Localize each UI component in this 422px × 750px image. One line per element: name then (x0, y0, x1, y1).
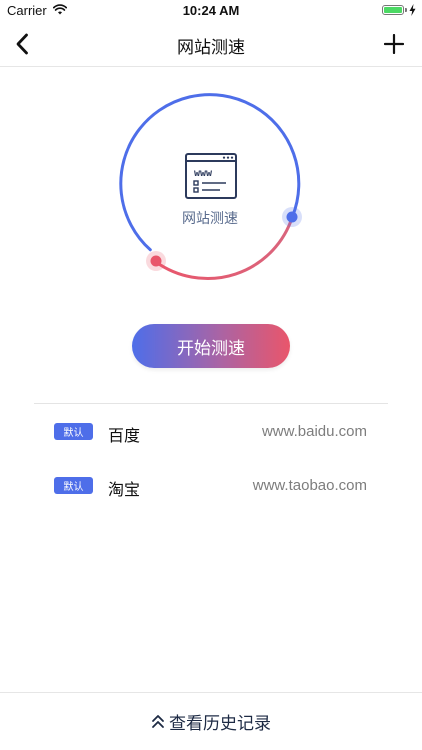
website-www-icon: www (185, 153, 237, 199)
status-bar: Carrier 10:24 AM (0, 0, 422, 22)
site-name: 淘宝 (108, 480, 141, 499)
list-item[interactable]: 默认 百度 www.baidu.com (0, 413, 422, 453)
site-url: www.baidu.com (261, 423, 367, 440)
svg-text:www: www (194, 168, 213, 179)
start-speed-test-button[interactable]: 开始测速 (132, 324, 290, 368)
divider (34, 403, 388, 404)
gauge-label: 网站测速 (182, 211, 238, 227)
default-badge: 默认 (54, 423, 93, 440)
charging-bolt-icon (409, 4, 416, 16)
battery-cap (405, 8, 407, 12)
site-url: www.taobao.com (252, 477, 367, 494)
view-history-button[interactable]: 查看历史记录 (0, 706, 422, 736)
add-site-button[interactable] (378, 28, 410, 60)
speed-gauge: www (119, 93, 302, 280)
page-title: 网站测速 (177, 38, 245, 58)
nav-bar: 网站测速 (0, 22, 422, 67)
list-item[interactable]: 默认 淘宝 www.taobao.com (0, 467, 422, 507)
view-history-label: 查看历史记录 (169, 713, 271, 734)
gauge-knob-red (150, 255, 162, 267)
bottom-divider (0, 692, 422, 693)
site-name: 百度 (108, 426, 141, 445)
default-badge: 默认 (54, 477, 93, 494)
status-time: 10:24 AM (182, 3, 240, 18)
battery-icon (382, 5, 404, 15)
double-chevron-up-icon (152, 715, 164, 728)
plus-icon (384, 34, 404, 54)
